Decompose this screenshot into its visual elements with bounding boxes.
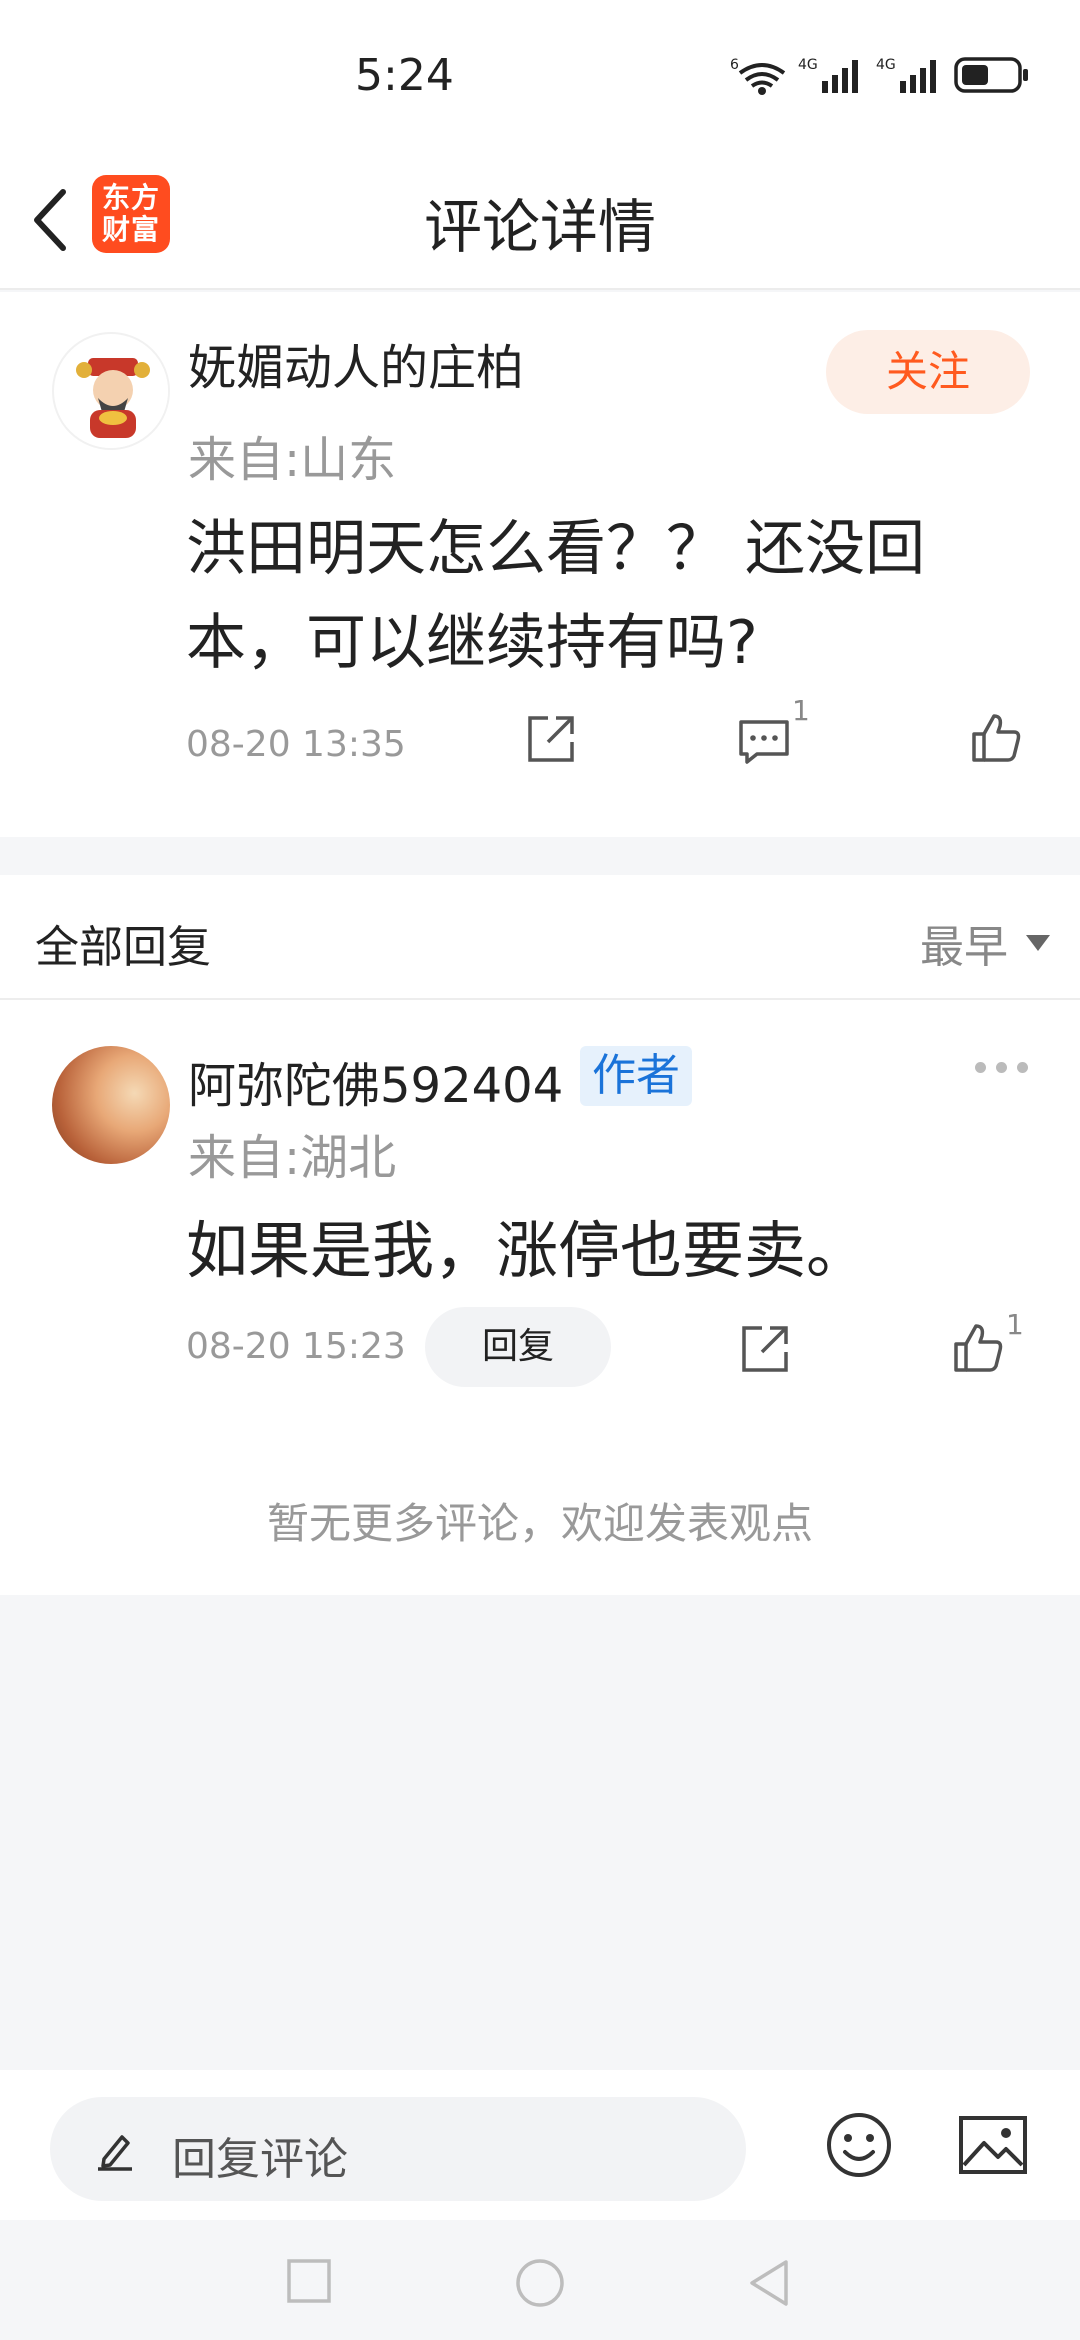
image-button[interactable] bbox=[958, 2115, 1028, 2179]
more-options-button[interactable] bbox=[975, 1062, 1028, 1073]
status-time: 5:24 bbox=[355, 50, 454, 101]
signal-icon: 4G bbox=[876, 57, 936, 93]
home-button[interactable] bbox=[515, 2258, 565, 2312]
square-icon bbox=[287, 2259, 331, 2303]
main-comment: 妩媚动人的庄柏 来自:山东 关注 洪田明天怎么看？？ 还没回 本，可以继续持有吗… bbox=[0, 292, 1080, 837]
status-bar: 5:24 6 4G 4G bbox=[0, 0, 1080, 150]
system-nav-bar bbox=[0, 2220, 1080, 2340]
caret-down-icon bbox=[1026, 935, 1050, 951]
avatar[interactable] bbox=[52, 332, 170, 450]
fortune-god-avatar-icon bbox=[55, 335, 168, 448]
svg-text:4G: 4G bbox=[798, 57, 818, 73]
thumbs-up-icon bbox=[972, 714, 1021, 762]
comment-text: 洪田明天怎么看？？ 还没回 本，可以继续持有吗? bbox=[186, 502, 1026, 690]
more-dot-icon bbox=[1017, 1062, 1028, 1073]
replies-title: 全部回复 bbox=[35, 922, 211, 973]
location: 来自:山东 bbox=[188, 432, 397, 488]
like-button[interactable] bbox=[950, 1320, 1006, 1380]
svg-text:4G: 4G bbox=[876, 57, 896, 73]
author-badge: 作者 bbox=[580, 1046, 692, 1106]
share-button[interactable] bbox=[738, 1322, 792, 1380]
signal-icon: 4G bbox=[798, 57, 858, 93]
reply-text: 如果是我，涨停也要卖。 bbox=[186, 1214, 869, 1287]
triangle-back-icon bbox=[750, 2260, 788, 2306]
sort-label: 最早 bbox=[920, 922, 1008, 973]
comment-text-line: 本，可以继续持有吗? bbox=[186, 608, 758, 678]
reply-username[interactable]: 阿弥陀佛592404 bbox=[188, 1046, 563, 1116]
emoji-button[interactable] bbox=[826, 2112, 892, 2182]
section-divider bbox=[0, 837, 1080, 875]
comment-count: 1 bbox=[792, 694, 810, 727]
pencil-icon bbox=[98, 2135, 132, 2171]
image-icon bbox=[959, 2116, 1027, 2174]
follow-button[interactable]: 关注 bbox=[826, 330, 1030, 414]
comment-button[interactable] bbox=[737, 714, 791, 772]
comment-time: 08-20 13:35 bbox=[186, 724, 406, 765]
page-title: 评论详情 bbox=[423, 193, 656, 261]
comment-icon bbox=[739, 720, 789, 764]
sort-dropdown[interactable]: 最早 bbox=[920, 911, 1050, 975]
screen: 5:24 6 4G 4G 东方 财富 评论详情 妩媚动人的庄柏 来自:山东 关注… bbox=[0, 0, 1080, 2340]
nav-bar: 东方 财富 评论详情 bbox=[0, 150, 1080, 290]
no-more-comments: 暂无更多评论，欢迎发表观点 bbox=[266, 1499, 813, 1548]
share-icon bbox=[528, 716, 574, 762]
status-icons: 6 4G 4G bbox=[730, 55, 1030, 95]
input-bar: 回复评论 bbox=[0, 2070, 1080, 2220]
reply-time: 08-20 15:23 bbox=[186, 1326, 406, 1367]
share-button[interactable] bbox=[524, 712, 578, 770]
like-count: 1 bbox=[1006, 1308, 1024, 1341]
circle-icon bbox=[516, 2259, 564, 2307]
avatar[interactable] bbox=[52, 1046, 170, 1164]
more-dot-icon bbox=[975, 1062, 986, 1073]
battery-icon bbox=[954, 57, 1028, 93]
recents-button[interactable] bbox=[286, 2258, 332, 2308]
back-nav-button[interactable] bbox=[746, 2258, 792, 2312]
reply-location: 来自:湖北 bbox=[188, 1130, 397, 1186]
reply-item: 阿弥陀佛592404 作者 来自:湖北 如果是我，涨停也要卖。 08-20 15… bbox=[0, 1000, 1080, 1595]
input-placeholder: 回复评论 bbox=[172, 2134, 348, 2185]
emoji-icon bbox=[827, 2113, 891, 2177]
svg-text:6: 6 bbox=[730, 57, 739, 73]
replies-header: 全部回复 最早 bbox=[0, 875, 1080, 1000]
more-dot-icon bbox=[996, 1062, 1007, 1073]
reply-input[interactable]: 回复评论 bbox=[50, 2097, 746, 2201]
comment-text-line: 洪田明天怎么看？？ 还没回 bbox=[186, 514, 926, 584]
thumbs-up-icon bbox=[954, 1324, 1003, 1372]
reply-button[interactable]: 回复 bbox=[425, 1307, 611, 1387]
username[interactable]: 妩媚动人的庄柏 bbox=[188, 328, 524, 398]
wifi-icon: 6 bbox=[730, 57, 786, 95]
like-button[interactable] bbox=[968, 710, 1024, 770]
share-icon bbox=[742, 1326, 788, 1372]
